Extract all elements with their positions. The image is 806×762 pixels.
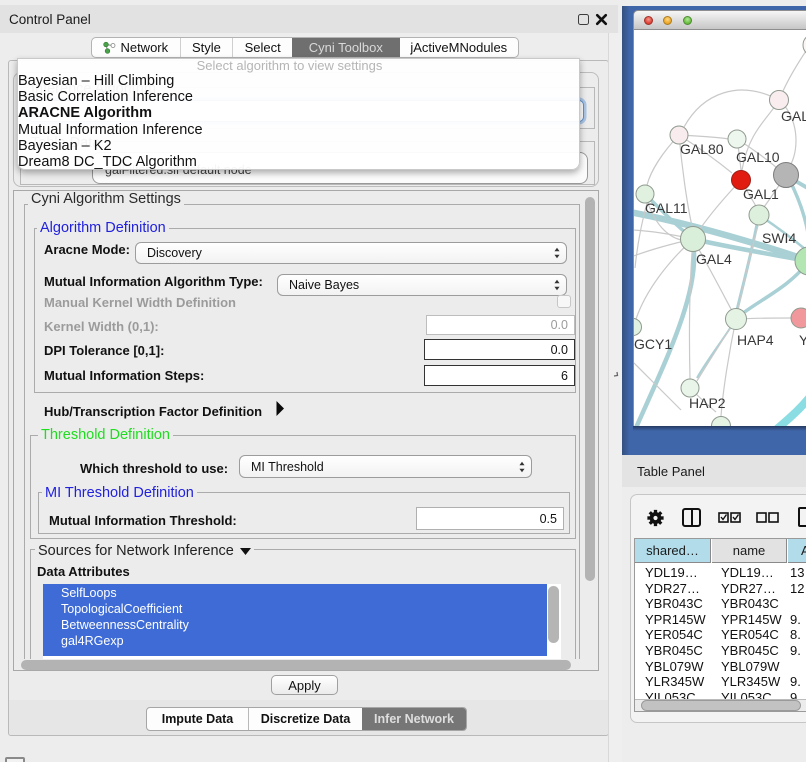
svg-text:GCY1: GCY1 [634, 336, 672, 352]
svg-text:GAL11: GAL11 [645, 200, 688, 216]
svg-text:HAP4: HAP4 [737, 332, 774, 348]
svg-text:GAL80: GAL80 [680, 141, 724, 157]
svg-text:GAL1: GAL1 [743, 186, 779, 202]
svg-text:Y: Y [799, 332, 806, 348]
svg-text:HAP2: HAP2 [689, 395, 726, 411]
svg-text:SWI4: SWI4 [762, 230, 796, 246]
svg-text:GAL2: GAL2 [781, 108, 806, 124]
svg-text:GAL10: GAL10 [736, 149, 780, 165]
svg-text:GAL4: GAL4 [696, 251, 732, 267]
